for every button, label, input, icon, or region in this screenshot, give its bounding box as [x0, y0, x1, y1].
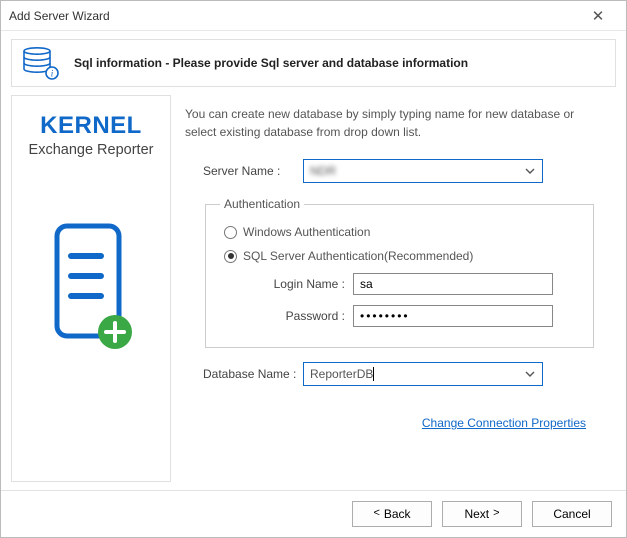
- password-row: Password :: [248, 305, 579, 327]
- cancel-button[interactable]: Cancel: [532, 501, 612, 527]
- authentication-legend: Authentication: [220, 197, 304, 211]
- radio-sql-auth[interactable]: SQL Server Authentication(Recommended): [224, 249, 579, 263]
- text-cursor: [373, 367, 374, 381]
- close-icon: ✕: [592, 7, 605, 25]
- titlebar: Add Server Wizard ✕: [1, 1, 626, 31]
- wizard-window: Add Server Wizard ✕ i Sql information - …: [0, 0, 627, 538]
- footer: < Back Next > Cancel: [1, 490, 626, 537]
- chevron-right-icon: >: [493, 507, 499, 519]
- cancel-label: Cancel: [553, 507, 590, 521]
- radio-windows-auth[interactable]: Windows Authentication: [224, 225, 579, 239]
- login-label: Login Name :: [248, 277, 353, 291]
- body: KERNEL Exchange Reporter You can create …: [1, 95, 626, 490]
- password-input[interactable]: [353, 305, 553, 327]
- main-panel: You can create new database by simply ty…: [185, 95, 616, 482]
- database-name-label: Database Name :: [185, 367, 303, 381]
- brand-product: Exchange Reporter: [29, 142, 154, 158]
- radio-sql-label: SQL Server Authentication(Recommended): [243, 249, 473, 263]
- credentials: Login Name : Password :: [248, 273, 579, 327]
- radio-icon: [224, 250, 237, 263]
- window-title: Add Server Wizard: [9, 9, 578, 23]
- login-input[interactable]: [353, 273, 553, 295]
- password-label: Password :: [248, 309, 353, 323]
- change-connection-link[interactable]: Change Connection Properties: [422, 416, 586, 430]
- next-button[interactable]: Next >: [442, 501, 522, 527]
- server-name-value: NDR: [310, 164, 336, 178]
- sidebar: KERNEL Exchange Reporter: [11, 95, 171, 482]
- radio-windows-label: Windows Authentication: [243, 225, 370, 239]
- brand-name: KERNEL: [40, 112, 142, 140]
- server-name-select[interactable]: NDR: [303, 159, 543, 183]
- radio-icon: [224, 226, 237, 239]
- close-button[interactable]: ✕: [578, 2, 618, 30]
- add-document-icon: [41, 218, 141, 361]
- header-text: Sql information - Please provide Sql ser…: [74, 56, 468, 70]
- database-name-row: Database Name : ReporterDB: [185, 362, 604, 386]
- chevron-left-icon: <: [373, 507, 379, 519]
- next-label: Next: [464, 507, 489, 521]
- database-name-select[interactable]: ReporterDB: [303, 362, 543, 386]
- database-name-value: ReporterDB: [310, 367, 373, 381]
- server-name-row: Server Name : NDR: [185, 159, 604, 183]
- link-row: Change Connection Properties: [185, 416, 604, 430]
- database-info-icon: i: [22, 46, 60, 80]
- authentication-group: Authentication Windows Authentication SQ…: [205, 197, 594, 348]
- server-name-label: Server Name :: [185, 164, 303, 178]
- intro-text: You can create new database by simply ty…: [185, 105, 604, 141]
- login-row: Login Name :: [248, 273, 579, 295]
- back-label: Back: [384, 507, 411, 521]
- header-banner: i Sql information - Please provide Sql s…: [11, 39, 616, 87]
- back-button[interactable]: < Back: [352, 501, 432, 527]
